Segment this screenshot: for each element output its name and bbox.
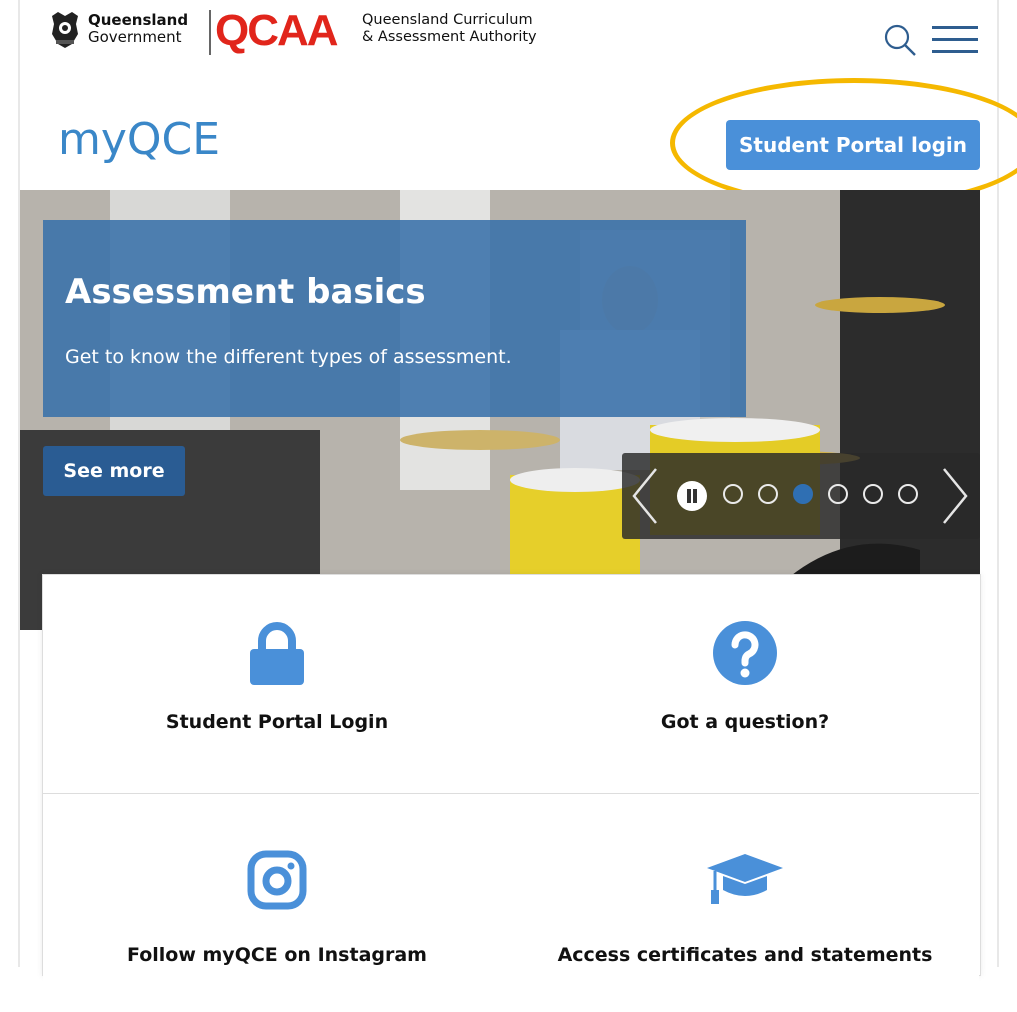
- tile-label: Access certificates and statements: [557, 944, 933, 966]
- qcaa-logo-text: Queensland Curriculum & Assessment Autho…: [362, 12, 537, 46]
- logo-divider: [209, 10, 211, 55]
- tile-access-certificates[interactable]: Access certificates and statements: [511, 794, 979, 1012]
- pause-icon[interactable]: [677, 481, 707, 511]
- hero-title: Assessment basics: [65, 272, 426, 312]
- queensland-government-logo-text: Queensland Government: [88, 12, 188, 46]
- carousel-dot[interactable]: [898, 484, 918, 504]
- site-header: Queensland Government QCAA Queensland Cu…: [20, 0, 1017, 208]
- chevron-right-icon[interactable]: [940, 467, 970, 525]
- tile-got-a-question[interactable]: Got a question?: [511, 575, 979, 794]
- carousel-dot[interactable]: [863, 484, 883, 504]
- tile-label: Follow myQCE on Instagram: [127, 944, 427, 966]
- tile-label: Got a question?: [660, 711, 830, 733]
- see-more-button[interactable]: See more: [43, 446, 185, 496]
- hamburger-menu-icon[interactable]: [932, 24, 978, 56]
- qcaa-name-line1: Queensland Curriculum: [362, 12, 533, 28]
- carousel-dot[interactable]: [828, 484, 848, 504]
- gov-name-line1: Queensland: [88, 11, 189, 29]
- queensland-crest-icon: [52, 12, 78, 48]
- hero-caption-panel: Assessment basics Get to know the differ…: [43, 220, 746, 417]
- hero-subtitle: Get to know the different types of asses…: [65, 346, 512, 368]
- page-frame-right: [997, 0, 999, 967]
- gov-name-line2: Government: [88, 28, 182, 46]
- chevron-left-icon[interactable]: [630, 467, 660, 525]
- lock-icon: [250, 622, 304, 685]
- site-title[interactable]: myQCE: [58, 112, 220, 168]
- carousel-dot[interactable]: [723, 484, 743, 504]
- carousel-dot[interactable]: [758, 484, 778, 504]
- tile-label: Student Portal Login: [165, 711, 389, 733]
- carousel-controls: [622, 453, 980, 539]
- qcaa-logo[interactable]: QCAA: [215, 6, 339, 56]
- question-circle-icon: [713, 621, 777, 685]
- search-icon[interactable]: [882, 22, 918, 58]
- instagram-icon: [247, 850, 307, 910]
- carousel-dot-active[interactable]: [793, 484, 813, 504]
- graduation-cap-icon: [707, 854, 783, 904]
- tile-student-portal-login[interactable]: Student Portal Login: [43, 575, 512, 794]
- quick-links-grid: Student Portal Login Got a question? Fol…: [42, 574, 981, 1012]
- tile-follow-instagram[interactable]: Follow myQCE on Instagram: [43, 794, 512, 1012]
- student-portal-login-button[interactable]: Student Portal login: [726, 120, 980, 170]
- qcaa-name-line2: & Assessment Authority: [362, 29, 537, 45]
- hero-carousel: Assessment basics Get to know the differ…: [20, 190, 980, 630]
